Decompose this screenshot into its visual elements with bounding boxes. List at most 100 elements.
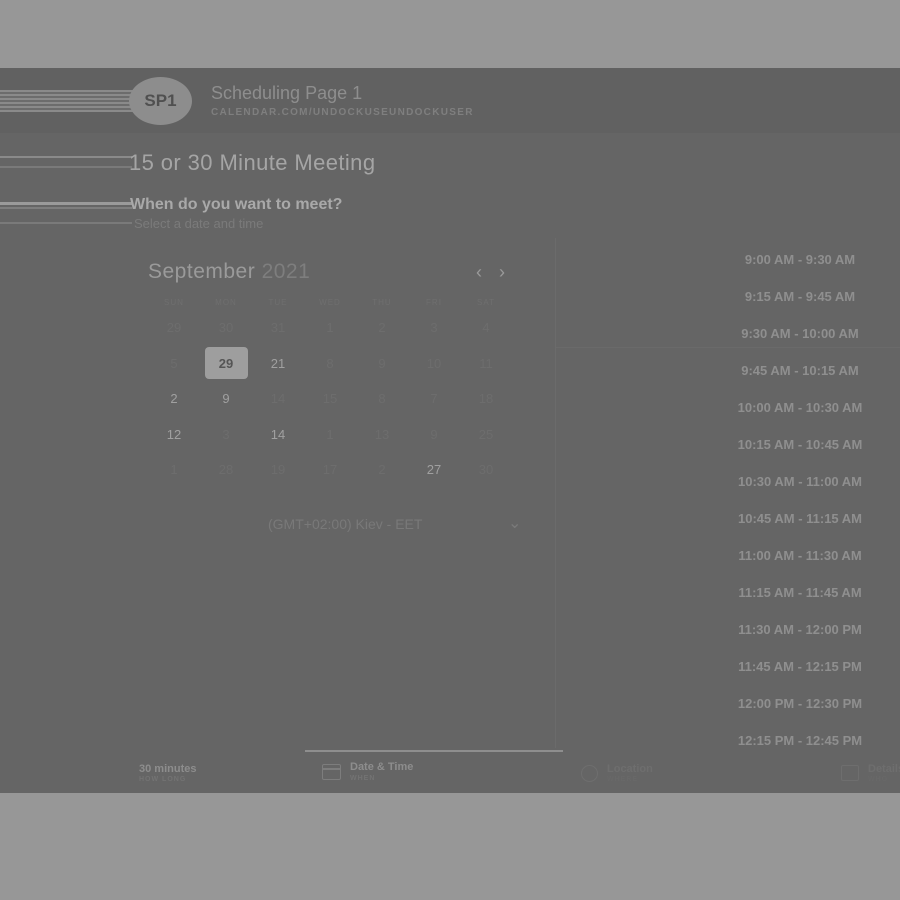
weekday-label: WED: [319, 298, 341, 307]
calendar-day-number: 5: [170, 355, 178, 371]
calendar-day: 8: [304, 346, 356, 382]
time-slot-button[interactable]: 10:30 AM - 11:00 AM: [700, 463, 900, 500]
scheduling-page: SP1 Scheduling Page 1 CALENDAR.COM/UNDOC…: [0, 68, 900, 793]
avatar: SP1: [129, 77, 192, 125]
calendar-day: 19: [252, 452, 304, 488]
calendar-day: 14: [252, 381, 304, 417]
calendar-day: 8: [356, 381, 408, 417]
calendar-day[interactable]: 14: [252, 417, 304, 453]
calendar-day-number: 19: [270, 462, 286, 478]
calendar-day[interactable]: 2: [148, 381, 200, 417]
calendar-day: 1: [304, 417, 356, 453]
chevron-down-icon[interactable]: ⌄: [508, 513, 521, 533]
calendar-day-number: 2: [378, 320, 386, 336]
meeting-subtext: Select a date and time: [134, 216, 264, 231]
page-url[interactable]: CALENDAR.COM/UNDOCKUSEUNDOCKUSER: [211, 107, 474, 118]
time-slot-button[interactable]: 12:15 PM - 12:45 PM: [700, 722, 900, 759]
calendar-day-number: 28: [218, 462, 234, 478]
time-slot-button[interactable]: 11:30 AM - 12:00 PM: [700, 611, 900, 648]
step-datetime-label[interactable]: Date & Time: [350, 761, 413, 773]
calendar-day-number: 21: [270, 355, 286, 371]
calendar-day: 5: [148, 346, 200, 382]
calendar-day-number: 2: [378, 462, 386, 478]
calendar-day-number: 15: [322, 391, 338, 407]
step-location-label[interactable]: Location: [607, 763, 653, 775]
calendar-day[interactable]: 27: [408, 452, 460, 488]
calendar-grid: 29 30 31 1 2 3 4 5 29 21 8 9 10 11 2 9 14 15 8 7 18 12 3 14 1 13 9…: [148, 310, 512, 488]
calendar-day: 2: [356, 452, 408, 488]
time-slot-button[interactable]: 11:45 AM - 12:15 PM: [700, 648, 900, 685]
calendar-day: 10: [408, 346, 460, 382]
weekday-label: SUN: [164, 298, 184, 307]
calendar-day: 3: [200, 417, 252, 453]
calendar-day: 15: [304, 381, 356, 417]
calendar-day: 28: [200, 452, 252, 488]
calendar-day[interactable]: 21: [252, 346, 304, 382]
month-name: September: [148, 260, 256, 283]
duration-label: 30 minutes: [139, 763, 197, 775]
calendar-day: 7: [408, 381, 460, 417]
calendar-day-number: 9: [430, 426, 438, 442]
subtext-decoration: [0, 222, 132, 225]
calendar-day: 9: [408, 417, 460, 453]
weekday-label: FRI: [426, 298, 442, 307]
calendar-day: 30: [460, 452, 512, 488]
chevron-left-icon[interactable]: ‹: [476, 262, 482, 283]
calendar-day-number: 8: [326, 355, 334, 371]
calendar-day: 25: [460, 417, 512, 453]
step-location-sublabel: WHERE: [607, 776, 639, 783]
time-slot-button[interactable]: 10:45 AM - 11:15 AM: [700, 500, 900, 537]
time-slot-button[interactable]: 12:00 PM - 12:30 PM: [700, 685, 900, 722]
calendar-day: 29: [148, 310, 200, 346]
calendar-day-number: 14: [270, 426, 286, 442]
weekday-header: SUN MON TUE WED THU FRI SAT: [148, 298, 512, 307]
weekday-label: MON: [215, 298, 237, 307]
calendar-day[interactable]: 12: [148, 417, 200, 453]
calendar-day: 2: [356, 310, 408, 346]
title-decoration: [0, 156, 132, 168]
calendar-day-number: 9: [222, 391, 230, 407]
calendar-day-number: 7: [430, 391, 438, 407]
calendar-day-number: 4: [482, 320, 490, 336]
chevron-right-icon[interactable]: ›: [499, 262, 505, 283]
meeting-question: When do you want to meet?: [130, 196, 343, 213]
calendar-day: 3: [408, 310, 460, 346]
time-slot-button[interactable]: 11:15 AM - 11:45 AM: [700, 574, 900, 611]
calendar-day-selected[interactable]: 29: [200, 346, 252, 382]
time-slot-button[interactable]: 9:45 AM - 10:15 AM: [700, 352, 900, 389]
calendar-day-number: 31: [270, 320, 286, 336]
calendar-day: 13: [356, 417, 408, 453]
calendar-day-number: 9: [378, 355, 386, 371]
calendar-day-number: 10: [426, 355, 442, 371]
page-header: SP1 Scheduling Page 1 CALENDAR.COM/UNDOC…: [0, 68, 900, 133]
calendar-month: September 2021: [148, 260, 310, 284]
calendar-day: 4: [460, 310, 512, 346]
step-details-label[interactable]: Details: [868, 763, 900, 775]
time-slot-button[interactable]: 9:00 AM - 9:30 AM: [700, 241, 900, 278]
calendar-day: 1: [304, 310, 356, 346]
calendar-day-number: 25: [478, 426, 494, 442]
calendar-day: 31: [252, 310, 304, 346]
calendar-day-number: 29: [204, 347, 248, 380]
location-pin-icon: [581, 765, 598, 782]
time-slot-button[interactable]: 10:00 AM - 10:30 AM: [700, 389, 900, 426]
step-details-sublabel: WHO: [868, 776, 889, 783]
calendar-day: 18: [460, 381, 512, 417]
time-slot-button[interactable]: 9:30 AM - 10:00 AM: [700, 315, 900, 352]
weekday-label: TUE: [268, 298, 288, 307]
notepad-icon: [841, 765, 859, 781]
calendar-day-number: 3: [222, 426, 230, 442]
time-slot-button[interactable]: 9:15 AM - 9:45 AM: [700, 278, 900, 315]
weekday-label: THU: [372, 298, 392, 307]
calendar-day-number: 12: [166, 426, 182, 442]
timezone-select[interactable]: (GMT+02:00) Kiev - EET: [268, 516, 422, 532]
calendar-day-number: 1: [326, 320, 334, 336]
question-decoration: [0, 202, 132, 209]
calendar-day[interactable]: 9: [200, 381, 252, 417]
time-slot-button[interactable]: 11:00 AM - 11:30 AM: [700, 537, 900, 574]
step-datetime-sublabel: WHEN: [350, 775, 376, 782]
divider: [555, 238, 556, 748]
time-slot-button[interactable]: 10:15 AM - 10:45 AM: [700, 426, 900, 463]
calendar-day-number: 29: [166, 320, 182, 336]
calendar-day-number: 17: [322, 462, 338, 478]
